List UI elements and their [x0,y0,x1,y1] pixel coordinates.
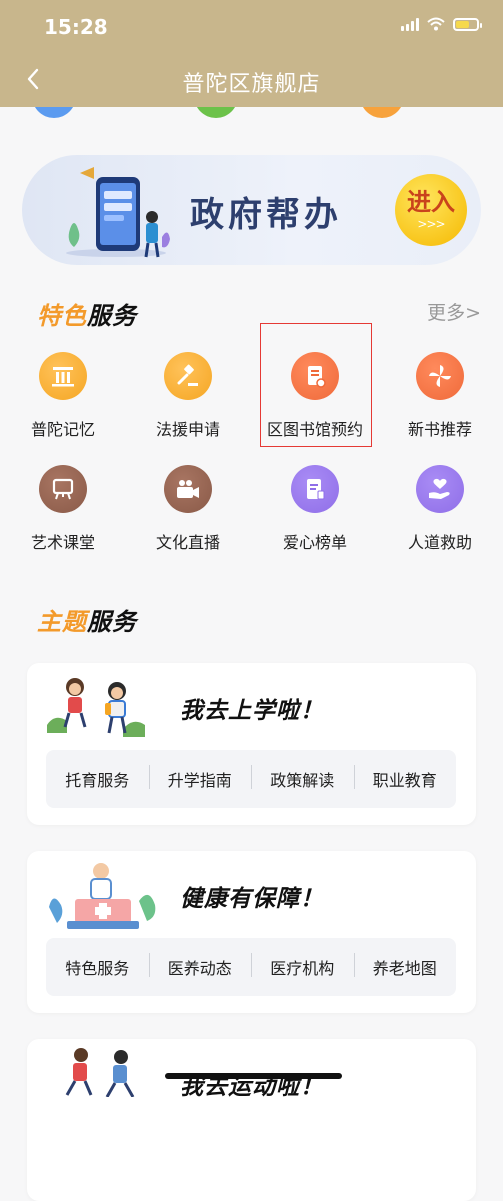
service-label: 普陀记忆 [30,420,95,439]
service-label: 法援申请 [155,420,220,439]
service-new-books[interactable]: 新书推荐 [385,352,495,440]
enter-label: 进入 [407,187,455,216]
pinwheel-icon [416,352,464,400]
link-special-services[interactable]: 特色服务 [46,955,149,979]
service-art-class[interactable]: 艺术课堂 [8,465,118,553]
document-list-icon [291,465,339,513]
arrows-icon: >>> [417,216,445,231]
doctor-illustration-icon [49,863,156,929]
health-card[interactable]: 健康有保障！ 特色服务 医养动态 医疗机构 养老地图 [27,851,476,1013]
video-camera-icon [164,465,212,513]
service-label: 人道救助 [407,533,472,552]
gavel-icon [164,352,212,400]
service-label: 文化直播 [155,533,220,552]
app-header: 15:28 普陀区旗舰店 [0,0,503,107]
battery-icon [453,17,482,31]
status-time: 15:28 [44,15,108,39]
building-icon [39,352,87,400]
link-elderly-care-news[interactable]: 医养动态 [148,953,252,979]
phone-illustration-icon [66,167,170,258]
card-title: 我去上学啦！ [180,698,324,724]
banner-title: 政府帮办 [190,195,342,235]
link-elderly-care-map[interactable]: 养老地图 [353,953,457,979]
service-culture-live[interactable]: 文化直播 [133,465,243,553]
card-title: 健康有保障！ [180,886,324,912]
theme-services-title: 主题服务 [37,602,137,637]
title-accent: 特色 [37,302,87,330]
heart-hand-icon [416,465,464,513]
service-love-list[interactable]: 爱心榜单 [260,465,370,553]
link-policy[interactable]: 政策解读 [251,765,354,791]
service-label: 爱心榜单 [282,533,347,552]
school-card[interactable]: 我去上学啦！ 托育服务 升学指南 政策解读 职业教育 [27,663,476,825]
wifi-icon [427,17,445,31]
title-main: 服务 [87,608,137,636]
sports-card[interactable]: 我去运动啦！ [27,1039,476,1201]
title-main: 服务 [87,302,137,330]
page-title: 普陀区旗舰店 [182,72,321,97]
link-vocational[interactable]: 职业教育 [353,765,457,791]
more-link[interactable]: 更多> [427,298,481,325]
service-label: 艺术课堂 [30,533,95,552]
status-icons [401,17,482,31]
runners-illustration-icon [65,1048,135,1097]
selection-highlight [260,323,372,447]
service-label: 新书推荐 [407,420,472,439]
easel-icon [39,465,87,513]
link-medical-institutions[interactable]: 医疗机构 [251,953,354,979]
service-putuo-memory[interactable]: 普陀记忆 [8,352,118,440]
service-legal-aid[interactable]: 法援申请 [133,352,243,440]
school-links: 托育服务 升学指南 政策解读 职业教育 [46,750,456,808]
home-indicator [165,1073,342,1079]
link-childcare[interactable]: 托育服务 [46,767,149,791]
health-links: 特色服务 医养动态 医疗机构 养老地图 [46,938,456,996]
title-accent: 主题 [37,608,87,636]
enter-button[interactable]: 进入 >>> [395,174,467,246]
service-humanitarian-aid[interactable]: 人道救助 [385,465,495,553]
link-admission-guide[interactable]: 升学指南 [148,765,252,791]
signal-icon [401,17,419,31]
students-illustration-icon [47,678,145,737]
featured-services-title: 特色服务 [37,296,137,331]
